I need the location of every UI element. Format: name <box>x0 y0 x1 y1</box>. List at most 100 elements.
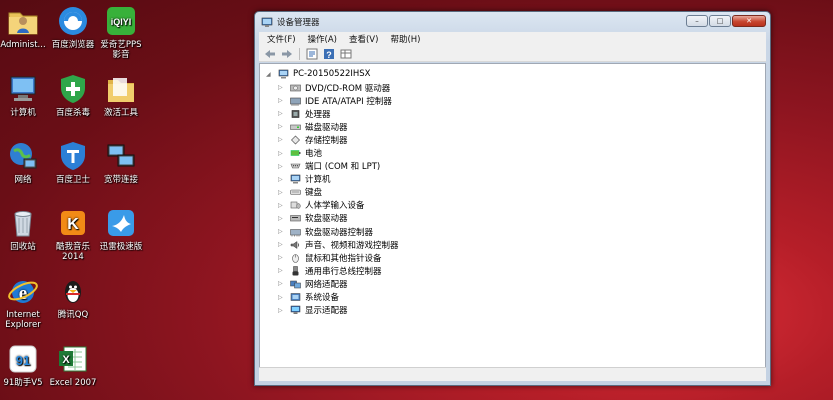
tree-item-label: 端口 (COM 和 LPT) <box>305 162 381 173</box>
expand-arrow-icon[interactable]: ▷ <box>278 189 286 196</box>
minimize-button[interactable]: – <box>686 15 708 27</box>
expand-arrow-icon[interactable]: ▷ <box>278 254 286 261</box>
title-bar[interactable]: 设备管理器 – □ ✕ <box>255 12 770 32</box>
menu-view[interactable]: 查看(V) <box>343 33 384 45</box>
hid-icon <box>290 202 301 210</box>
tree-item-label: 键盘 <box>305 188 323 199</box>
shield-plus-icon <box>56 72 90 106</box>
device-manager-window[interactable]: 设备管理器 – □ ✕ 文件(F) 操作(A) 查看(V) 帮助(H) ? ◢ … <box>254 11 771 386</box>
desktop-icon-iqiyi-pps[interactable]: iQIYI 爱奇艺PPS 影音 <box>88 4 154 60</box>
tree-item-display-adapter[interactable]: ▷ 显示适配器 <box>278 304 399 317</box>
expand-arrow-icon[interactable]: ▷ <box>278 123 286 130</box>
tree-item-dvd[interactable]: ▷ DVD/CD-ROM 驱动器 <box>278 81 399 94</box>
desktop-icon-activation-tool[interactable]: 激活工具 <box>88 72 154 118</box>
help-icon: ? <box>324 48 334 60</box>
expand-arrow-icon[interactable]: ▷ <box>278 267 286 274</box>
computer-icon <box>6 72 40 106</box>
folder-icon <box>104 72 138 106</box>
tree-item-floppy-drive[interactable]: ▷ 软盘驱动器 <box>278 212 399 225</box>
expand-arrow-icon[interactable]: ▷ <box>278 307 286 314</box>
forward-button[interactable] <box>280 48 294 60</box>
kuwo-music-icon: K <box>56 206 90 240</box>
usb-icon <box>292 266 299 276</box>
view-button[interactable] <box>339 48 353 60</box>
back-button[interactable] <box>263 48 277 60</box>
tree-item-mouse[interactable]: ▷ 鼠标和其他指针设备 <box>278 251 399 264</box>
tree-item-floppy-controller[interactable]: ▷ 软盘驱动器控制器 <box>278 225 399 238</box>
maximize-button[interactable]: □ <box>709 15 731 27</box>
processor-icon <box>291 109 300 118</box>
tree-root[interactable]: ◢ PC-20150522IHSX <box>266 68 371 80</box>
back-arrow-icon <box>265 49 275 58</box>
expand-arrow-icon[interactable]: ▷ <box>278 241 286 248</box>
expand-arrow-icon[interactable]: ▷ <box>278 202 286 209</box>
network-adapter-icon <box>290 280 301 289</box>
device-manager-icon <box>261 17 273 27</box>
broadband-connection-icon <box>104 139 138 173</box>
menu-help[interactable]: 帮助(H) <box>384 33 426 45</box>
expand-arrow-icon[interactable]: ▷ <box>278 215 286 222</box>
expand-arrow-icon[interactable]: ▷ <box>278 294 286 301</box>
thunder-bird-icon <box>104 206 138 240</box>
desktop-icon-excel-2007[interactable]: X Excel 2007 <box>40 342 106 388</box>
expand-arrow-icon[interactable]: ▷ <box>278 280 286 287</box>
tree-item-hid[interactable]: ▷ 人体学输入设备 <box>278 199 399 212</box>
tree-item-label: 磁盘驱动器 <box>305 122 348 133</box>
tree-item-keyboard[interactable]: ▷ 键盘 <box>278 186 399 199</box>
sound-icon <box>290 240 300 249</box>
tree-item-label: 显示适配器 <box>305 306 348 317</box>
menu-bar: 文件(F) 操作(A) 查看(V) 帮助(H) <box>259 32 766 46</box>
device-category-list: ▷ DVD/CD-ROM 驱动器 ▷ IDE ATA/ATAPI 控制器 ▷ 处理器 … <box>278 81 399 317</box>
tree-item-label: 鼠标和其他指针设备 <box>305 253 382 264</box>
tree-item-label: 人体学输入设备 <box>305 201 365 212</box>
user-folder-icon <box>6 4 40 38</box>
shield-icon <box>56 139 90 173</box>
tree-item-ide[interactable]: ▷ IDE ATA/ATAPI 控制器 <box>278 94 399 107</box>
expand-arrow-icon[interactable]: ▷ <box>278 136 286 143</box>
tree-item-processor[interactable]: ▷ 处理器 <box>278 107 399 120</box>
close-button[interactable]: ✕ <box>732 15 766 27</box>
tree-item-battery[interactable]: ▷ 电池 <box>278 146 399 159</box>
expand-arrow-icon[interactable]: ▷ <box>278 163 286 170</box>
tree-item-system-devices[interactable]: ▷ 系统设备 <box>278 291 399 304</box>
storage-controller-icon <box>291 135 300 145</box>
svg-text:iQIYI: iQIYI <box>111 17 132 27</box>
menu-file[interactable]: 文件(F) <box>261 33 302 45</box>
tree-item-label: 系统设备 <box>305 293 340 304</box>
toolbar-separator <box>299 47 300 60</box>
desktop-icon-label: 宽带连接 <box>103 175 138 185</box>
tree-item-ports[interactable]: ▷ 端口 (COM 和 LPT) <box>278 160 399 173</box>
tree-item-label: 通用串行总线控制器 <box>305 266 382 277</box>
desktop-icon-label: Excel 2007 <box>49 378 97 388</box>
expand-arrow-icon[interactable]: ▷ <box>278 110 286 117</box>
desktop-icon-broadband[interactable]: 宽带连接 <box>88 139 154 185</box>
display-adapter-icon <box>290 305 301 315</box>
battery-icon <box>290 150 301 156</box>
dvd-drive-icon <box>290 84 301 91</box>
baidu-browser-icon <box>56 4 90 38</box>
tree-item-network-adapter[interactable]: ▷ 网络适配器 <box>278 277 399 290</box>
properties-button[interactable] <box>305 48 319 60</box>
collapse-arrow-icon[interactable]: ◢ <box>266 71 274 78</box>
tree-item-storage[interactable]: ▷ 存储控制器 <box>278 133 399 146</box>
desktop-icon-label: 迅雷极速版 <box>99 242 143 252</box>
qq-penguin-icon <box>56 274 90 308</box>
desktop-icon-tencent-qq[interactable]: 腾讯QQ <box>40 274 106 320</box>
desktop-icon-thunder[interactable]: 迅雷极速版 <box>88 206 154 252</box>
expand-arrow-icon[interactable]: ▷ <box>278 176 286 183</box>
expand-arrow-icon[interactable]: ▷ <box>278 97 286 104</box>
device-tree-panel[interactable]: ◢ PC-20150522IHSX ▷ DVD/CD-ROM 驱动器 ▷ IDE A… <box>259 63 766 381</box>
tree-item-computer[interactable]: ▷ 计算机 <box>278 173 399 186</box>
expand-arrow-icon[interactable]: ▷ <box>278 150 286 157</box>
tree-item-disk[interactable]: ▷ 磁盘驱动器 <box>278 120 399 133</box>
tree-item-sound[interactable]: ▷ 声音、视频和游戏控制器 <box>278 238 399 251</box>
expand-arrow-icon[interactable]: ▷ <box>278 228 286 235</box>
help-button[interactable]: ? <box>322 48 336 60</box>
tree-item-usb[interactable]: ▷ 通用串行总线控制器 <box>278 264 399 277</box>
expand-arrow-icon[interactable]: ▷ <box>278 84 286 91</box>
svg-text:?: ? <box>326 50 332 60</box>
tree-item-label: 声音、视频和游戏控制器 <box>305 240 399 251</box>
mouse-icon <box>292 253 299 263</box>
desktop-icon-label: 激活工具 <box>103 108 138 118</box>
menu-action[interactable]: 操作(A) <box>302 33 343 45</box>
